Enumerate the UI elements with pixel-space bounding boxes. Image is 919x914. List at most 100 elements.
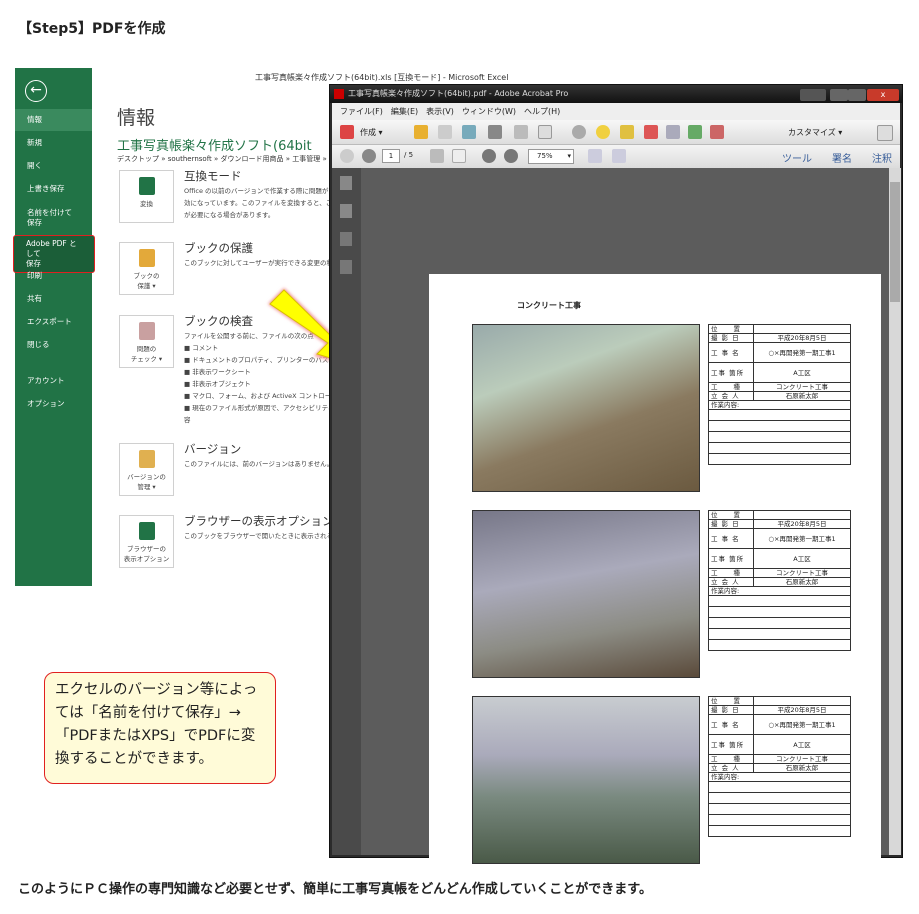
field-label: 立 会 人 — [708, 391, 754, 401]
section-button-label: 変換 — [140, 200, 153, 208]
gear-icon[interactable] — [572, 125, 586, 139]
comment-icon[interactable] — [596, 125, 610, 139]
zoom-select[interactable]: 75% ▾ — [528, 149, 574, 164]
pages-icon[interactable] — [340, 176, 352, 190]
table-row: 撮 影 日平成20年8月5日 — [708, 519, 851, 529]
customize-button[interactable]: カスタマイズ ▾ — [788, 127, 842, 138]
table-row: 立 会 人石原新太郎 — [708, 391, 851, 401]
blank-row — [708, 617, 851, 629]
section-description: 効になっています。このファイルを変換すると、これらの — [184, 199, 334, 207]
menu-item[interactable]: 表示(V) — [426, 107, 454, 116]
table-row: 工 事 名 ○×再開発第一期工事1 — [708, 528, 851, 549]
restore-icon[interactable] — [800, 89, 826, 101]
menu-bar: ファイル(F) 編集(E) 表示(V) ウィンドウ(W) ヘルプ(H) — [332, 103, 900, 120]
sidebar-item[interactable]: 共有 — [15, 294, 92, 304]
blank-row — [708, 814, 851, 826]
menu-item[interactable]: ファイル(F) — [340, 107, 383, 116]
tab-comment[interactable]: 注釈 — [872, 150, 892, 165]
field-value: 石原新太郎 — [753, 577, 851, 587]
sidebar-item[interactable]: エクスポート — [15, 317, 92, 327]
field-label: 位 置 — [708, 696, 754, 706]
field-value: A工区 — [753, 734, 851, 755]
hand-tool-icon[interactable] — [452, 149, 466, 163]
fit-width-icon[interactable] — [612, 149, 626, 163]
notes-label: 作業内容: — [708, 400, 851, 410]
sidebar-item[interactable]: 印刷 — [15, 271, 92, 281]
table-row: 作業内容: — [708, 586, 851, 596]
export-icon[interactable] — [688, 125, 702, 139]
sidebar-item[interactable]: 情報 — [15, 109, 92, 131]
redact-icon[interactable] — [644, 125, 658, 139]
scrollbar-thumb[interactable] — [890, 182, 900, 302]
vertical-scrollbar[interactable] — [889, 168, 901, 855]
prev-page-icon[interactable] — [340, 149, 354, 163]
section-button[interactable]: バージョンの 管理 ▾ — [119, 443, 174, 496]
highlight-icon[interactable] — [620, 125, 634, 139]
field-label: 立 会 人 — [708, 577, 754, 587]
tab-sign[interactable]: 署名 — [832, 150, 852, 165]
section-button[interactable]: 変換 — [119, 170, 174, 223]
table-row: 撮 影 日平成20年8月5日 — [708, 333, 851, 343]
table-row: 位 置 — [708, 324, 851, 334]
email-icon[interactable] — [538, 125, 552, 139]
edit-icon[interactable] — [514, 125, 528, 139]
menu-item[interactable]: 編集(E) — [391, 107, 418, 116]
sidebar-item[interactable]: アカウント — [15, 376, 92, 386]
next-page-icon[interactable] — [362, 149, 376, 163]
blank-row — [708, 431, 851, 443]
sidebar-item[interactable]: Adobe PDF として 保存 — [13, 235, 95, 273]
menu-item[interactable]: ウィンドウ(W) — [462, 107, 516, 116]
menu-item[interactable]: ヘルプ(H) — [524, 107, 560, 116]
zoom-value: 75% — [537, 152, 553, 160]
section-description: このファイルには、前のバージョンはありません。 — [184, 460, 334, 468]
sign-icon[interactable] — [710, 125, 724, 139]
sidebar-item[interactable]: 閉じる — [15, 340, 92, 350]
field-value — [753, 696, 851, 706]
excel-backstage-sidebar: ← 情報新規開く上書き保存名前を付けて 保存 Adobe PDF として 保存 印刷… — [13, 68, 95, 586]
select-tool-icon[interactable] — [430, 149, 444, 163]
sidebar-item[interactable]: オプション — [15, 399, 92, 409]
acrobat-logo-icon — [334, 89, 344, 99]
zoom-out-icon[interactable] — [482, 149, 496, 163]
sidebar-item[interactable]: 新規 — [15, 138, 92, 148]
minimize-button[interactable] — [830, 89, 848, 101]
field-label: 工事 箇所 — [708, 362, 754, 383]
page-number-input[interactable]: 1 — [382, 149, 400, 163]
blank-row — [708, 420, 851, 432]
maximize-button[interactable] — [848, 89, 866, 101]
back-arrow-icon[interactable]: ← — [25, 80, 47, 102]
section-title: ブックの保護 — [184, 241, 253, 255]
section-button[interactable]: ブックの 保護 ▾ — [119, 242, 174, 295]
field-label: 工 事 名 — [708, 714, 754, 735]
attachment-icon[interactable] — [340, 232, 352, 246]
tab-tools[interactable]: ツール — [782, 150, 812, 165]
sidebar-item[interactable]: 上書き保存 — [15, 184, 92, 194]
section-button[interactable]: 問題の チェック ▾ — [119, 315, 174, 368]
bookmark-icon[interactable] — [340, 204, 352, 218]
table-row: 位 置 — [708, 696, 851, 706]
review-icon[interactable] — [666, 125, 680, 139]
create-button[interactable]: 作成 ▾ — [360, 127, 383, 138]
expand-icon[interactable] — [877, 125, 893, 141]
sidebar-item[interactable]: 開く — [15, 161, 92, 171]
create-icon[interactable] — [340, 125, 354, 139]
section-button[interactable]: ブラウザーの 表示オプション — [119, 515, 174, 568]
field-value: ○×再開発第一期工事1 — [753, 714, 851, 735]
pdf-page: コンクリート工事 位 置撮 影 日平成20年8月5日工 事 名 ○×再開発第一期工… — [429, 274, 881, 914]
save-icon[interactable] — [438, 125, 452, 139]
signature-icon[interactable] — [340, 260, 352, 274]
acrobat-title-bar: 工事写真帳楽々作成ソフト(64bit).pdf - Adobe Acrobat … — [330, 85, 902, 103]
blank-row — [708, 606, 851, 618]
field-value: コンクリート工事 — [753, 568, 851, 578]
blank-row — [708, 639, 851, 651]
fit-page-icon[interactable] — [588, 149, 602, 163]
section-title: バージョン — [184, 442, 242, 456]
close-button[interactable]: x — [867, 89, 899, 101]
section-description: ■ マクロ、フォーム、および ActiveX コントロール — [184, 392, 334, 400]
open-folder-icon[interactable] — [414, 125, 428, 139]
zoom-in-icon[interactable] — [504, 149, 518, 163]
section-description: ■ 非表示オブジェクト — [184, 380, 251, 388]
sidebar-item[interactable]: 名前を付けて 保存 — [15, 208, 92, 228]
print-icon[interactable] — [488, 125, 502, 139]
cloud-upload-icon[interactable] — [462, 125, 476, 139]
